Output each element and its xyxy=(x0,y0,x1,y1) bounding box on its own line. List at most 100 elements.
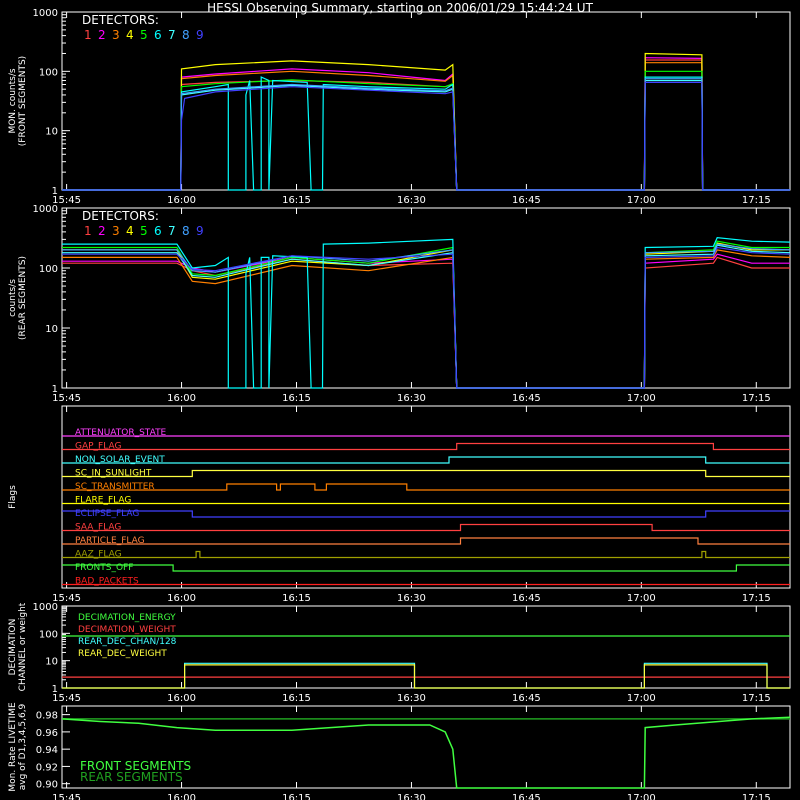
rear-panel-xtick-label: 16:30 xyxy=(397,393,426,404)
livetime-panel-xtick-label: 16:45 xyxy=(512,793,541,800)
front-panel-xtick-label: 16:30 xyxy=(397,195,426,206)
livetime-legend-item: REAR SEGMENTS xyxy=(80,770,183,784)
rear-panel-legend-item: 2 xyxy=(98,224,106,238)
flag-sc-transmitter-label: SC_TRANSMITTER xyxy=(75,482,155,492)
decimation-series-line xyxy=(62,664,790,689)
decimation-panel-ylabel: DECIMATION xyxy=(8,619,18,676)
front-panel-detector-9-line xyxy=(62,81,790,191)
decimation-panel-xtick-label: 17:00 xyxy=(627,693,656,704)
rear-panel-legend-item: 3 xyxy=(112,224,120,238)
front-panel-legend-title: DETECTORS: xyxy=(82,13,159,27)
rear-panel-ytick-label: 1 xyxy=(52,384,58,395)
livetime-panel-xtick-label: 16:30 xyxy=(397,793,426,800)
front-panel-xtick-label: 16:15 xyxy=(282,195,311,206)
front-panel-legend-item: 9 xyxy=(196,28,204,42)
front-panel-ylabel: MON. counts/s xyxy=(8,68,18,133)
front-panel-xtick-label: 17:00 xyxy=(627,195,656,206)
flag-aaz-flag-label: AAZ_FLAG xyxy=(75,550,122,560)
rear-panel-legend-item: 1 xyxy=(84,224,92,238)
livetime-panel-ytick-label: 0.98 xyxy=(36,711,58,722)
rear-panel-detector-3-line xyxy=(62,249,791,389)
flags-panel-xtick-label: 16:00 xyxy=(167,593,196,604)
decimation-legend-item: REAR_DEC_WEIGHT xyxy=(78,649,167,659)
flag-particle-flag-label: PARTICLE_FLAG xyxy=(75,536,145,546)
rear-panel-legend-title: DETECTORS: xyxy=(82,209,159,223)
decimation-panel-ytick-label: 1000 xyxy=(33,602,58,613)
front-panel-legend-item: 5 xyxy=(140,28,148,42)
flags-panel-xtick-label: 16:45 xyxy=(512,593,541,604)
rear-panel-detector-9-line xyxy=(62,246,791,389)
decimation-legend-item: DECIMATION_ENERGY xyxy=(78,613,176,623)
rear-panel-ytick-label: 100 xyxy=(39,264,58,275)
livetime-panel-xtick-label: 17:00 xyxy=(627,793,656,800)
decimation-legend-item: REAR_DEC_CHAN/128 xyxy=(78,637,177,647)
rear-panel-xtick-label: 17:00 xyxy=(627,393,656,404)
figure-title: HESSI Observing Summary, starting on 200… xyxy=(207,1,593,15)
livetime-panel-ytick-label: 0.94 xyxy=(36,745,58,756)
flag-fronts-off-label: FRONTS_OFF xyxy=(75,563,133,573)
decimation-panel-ytick-label: 1 xyxy=(52,684,58,695)
flag-eclipse-flag-label: ECLIPSE_FLAG xyxy=(75,509,139,519)
livetime-panel-xtick-label: 16:15 xyxy=(282,793,311,800)
flags-panel-xtick-label: 16:15 xyxy=(282,593,311,604)
rear-panel-detector-2-line xyxy=(62,253,790,389)
flag-sc-transmitter-line xyxy=(62,483,790,491)
decimation-panel-ytick-label: 10 xyxy=(45,657,58,668)
rear-panel-legend-item: 5 xyxy=(140,224,148,238)
livetime-panel-xtick-label: 17:15 xyxy=(742,793,771,800)
flag-saa-flag-label: SAA_FLAG xyxy=(75,523,121,533)
flag-particle-flag-line xyxy=(62,537,790,545)
front-panel-detector-4-line xyxy=(62,52,790,191)
front-panel-detector-7-line xyxy=(62,79,790,191)
decimation-legend-item: DECIMATION_WEIGHT xyxy=(78,625,176,635)
livetime-panel-xtick-label: 15:45 xyxy=(52,793,81,800)
decimation-panel-xtick-label: 16:00 xyxy=(167,693,196,704)
livetime-panel-ytick-label: 0.96 xyxy=(36,728,58,739)
decimation-panel-xtick-label: 16:15 xyxy=(282,693,311,704)
flag-eclipse-flag-line xyxy=(62,510,790,518)
front-panel-legend-item: 6 xyxy=(154,28,162,42)
rear-panel-ylabel: counts/s xyxy=(8,279,18,317)
flag-aaz-flag-line xyxy=(62,550,790,559)
rear-panel-detector-4-line xyxy=(62,242,790,389)
livetime-panel-xtick-label: 16:00 xyxy=(167,793,196,800)
front-panel-legend-item: 4 xyxy=(126,28,134,42)
front-panel-ytick-label: 1 xyxy=(52,186,58,197)
front-panel-detector-6-line xyxy=(62,76,790,191)
decimation-panel-xtick-label: 17:15 xyxy=(742,693,771,704)
livetime-panel-ytick-label: 0.90 xyxy=(36,780,58,791)
front-panel-xtick-label: 17:15 xyxy=(742,195,771,206)
front-panel-ytick-label: 100 xyxy=(39,67,58,78)
front-panel-legend-item: 8 xyxy=(182,28,190,42)
flag-sc-in-sunlight-label: SC_IN_SUNLIGHT xyxy=(75,469,152,479)
livetime-panel-ylabel: avg of D1,3,4,5,6,9 xyxy=(18,703,28,790)
rear-panel-xtick-label: 16:15 xyxy=(282,393,311,404)
flag-fronts-off-line xyxy=(62,564,790,572)
flags-panel-ylabel: Flags xyxy=(8,485,18,509)
flags-panel-xtick-label: 17:15 xyxy=(742,593,771,604)
front-panel-legend-item: 1 xyxy=(84,28,92,42)
livetime-panel-ylabel: Mon. Rate LIVETIME xyxy=(8,702,18,792)
flag-flare-flag-label: FLARE_FLAG xyxy=(75,496,131,506)
rear-panel-detector-7-line xyxy=(62,244,791,389)
flag-sc-in-sunlight-line xyxy=(62,469,790,478)
flag-gap-flag-label: GAP_FLAG xyxy=(75,442,121,452)
front-panel-ylabel: (FRONT SEGMENTS) xyxy=(18,56,28,146)
flags-panel-frame xyxy=(61,405,791,589)
decimation-panel-xtick-label: 16:30 xyxy=(397,693,426,704)
livetime-panel-ytick-label: 0.92 xyxy=(36,762,58,773)
front-panel-ytick-label: 1000 xyxy=(33,8,58,19)
front-panel-detector-8-line xyxy=(62,78,790,191)
rear-panel-ytick-label: 10 xyxy=(45,324,58,335)
flag-attenuator-state-label: ATTENUATOR_STATE xyxy=(75,428,167,438)
flag-non-solar-event-label: NON_SOLAR_EVENT xyxy=(75,455,165,465)
hessi-summary-figure: HESSI Observing Summary, starting on 200… xyxy=(8,1,791,800)
flag-gap-flag-line xyxy=(62,442,790,451)
flag-non-solar-event-line xyxy=(62,456,790,464)
front-panel-legend-item: 7 xyxy=(168,28,176,42)
front-panel-legend-item: 2 xyxy=(98,28,106,42)
rear-panel-legend-item: 7 xyxy=(168,224,176,238)
rear-panel-xtick-label: 16:00 xyxy=(167,393,196,404)
rear-panel-detector-1-line xyxy=(62,256,790,389)
front-panel-legend-item: 3 xyxy=(112,28,120,42)
